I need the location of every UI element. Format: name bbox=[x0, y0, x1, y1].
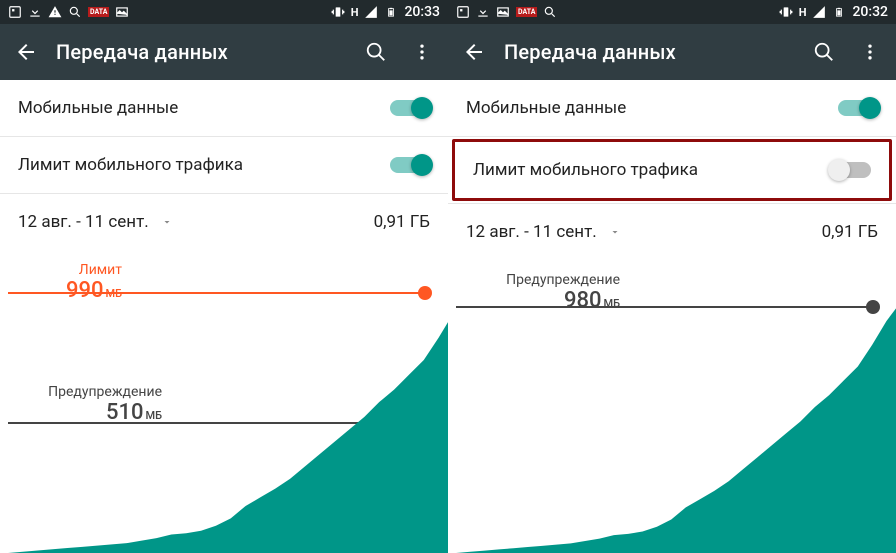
download-icon bbox=[28, 5, 42, 19]
download-icon bbox=[476, 5, 490, 19]
vibrate-icon bbox=[331, 5, 345, 19]
screenshot-right: DATA H 20:32 Передача данных Мобильные д… bbox=[448, 0, 896, 553]
usage-area-chart bbox=[8, 256, 448, 553]
period-selector[interactable]: 12 авг. - 11 сент. bbox=[18, 212, 173, 232]
data-limit-row[interactable]: Лимит мобильного трафика bbox=[0, 137, 448, 193]
data-limit-row[interactable]: Лимит мобильного трафика bbox=[452, 139, 892, 201]
page-title: Передача данных bbox=[504, 40, 794, 64]
network-type-label: H bbox=[799, 6, 807, 19]
signal-icon bbox=[364, 5, 378, 19]
period-total: 0,91 ГБ bbox=[374, 212, 430, 232]
search-button[interactable] bbox=[808, 36, 840, 68]
period-selector[interactable]: 12 авг. - 11 сент. bbox=[466, 222, 621, 242]
status-bar: DATA H 20:33 bbox=[0, 0, 448, 24]
mobile-data-row[interactable]: Мобильные данные bbox=[448, 80, 896, 136]
search-small-icon bbox=[68, 5, 82, 19]
search-small-icon bbox=[543, 5, 557, 19]
usage-area-chart bbox=[456, 266, 896, 553]
data-badge-icon: DATA bbox=[516, 7, 537, 17]
content: Мобильные данные Лимит мобильного трафик… bbox=[0, 80, 448, 553]
arrow-back-icon bbox=[14, 40, 38, 64]
chevron-down-icon bbox=[609, 226, 621, 238]
data-limit-label: Лимит мобильного трафика bbox=[18, 155, 243, 175]
content: Мобильные данные Лимит мобильного трафик… bbox=[448, 80, 896, 553]
arrow-back-icon bbox=[462, 40, 486, 64]
search-button[interactable] bbox=[360, 36, 392, 68]
app-bar: Передача данных bbox=[448, 24, 896, 80]
more-vert-icon bbox=[860, 42, 880, 62]
network-type-label: H bbox=[351, 6, 359, 19]
screenshot-left: DATA H 20:33 Передача данных Мобильные д… bbox=[0, 0, 448, 553]
image-icon bbox=[115, 5, 129, 19]
chevron-down-icon bbox=[161, 216, 173, 228]
app-bar: Передача данных bbox=[0, 24, 448, 80]
data-badge-icon: DATA bbox=[88, 7, 109, 17]
mobile-data-label: Мобильные данные bbox=[18, 98, 178, 118]
vibrate-icon bbox=[779, 5, 793, 19]
data-limit-toggle[interactable] bbox=[390, 157, 430, 173]
period-range: 12 авг. - 11 сент. bbox=[18, 212, 149, 232]
usage-chart: Предупреждение 980МБ bbox=[448, 266, 896, 553]
overflow-menu-button[interactable] bbox=[406, 36, 438, 68]
status-bar: DATA H 20:32 bbox=[448, 0, 896, 24]
mobile-data-label: Мобильные данные bbox=[466, 98, 626, 118]
usage-chart: Лимит 990МБ Предупреждение 510МБ bbox=[0, 256, 448, 553]
status-time: 20:32 bbox=[852, 4, 888, 20]
notification-icon bbox=[456, 5, 470, 19]
battery-icon bbox=[384, 5, 398, 19]
status-time: 20:33 bbox=[404, 4, 440, 20]
page-title: Передача данных bbox=[56, 40, 346, 64]
notification-icon bbox=[8, 5, 22, 19]
battery-icon bbox=[832, 5, 846, 19]
search-icon bbox=[813, 41, 835, 63]
mobile-data-row[interactable]: Мобильные данные bbox=[0, 80, 448, 136]
data-limit-toggle[interactable] bbox=[831, 162, 871, 178]
period-range: 12 авг. - 11 сент. bbox=[466, 222, 597, 242]
back-button[interactable] bbox=[458, 36, 490, 68]
period-total: 0,91 ГБ bbox=[822, 222, 878, 242]
back-button[interactable] bbox=[10, 36, 42, 68]
period-row: 12 авг. - 11 сент. 0,91 ГБ bbox=[0, 194, 448, 236]
data-limit-label: Лимит мобильного трафика bbox=[473, 160, 698, 180]
warning-icon bbox=[48, 5, 62, 19]
divider bbox=[448, 136, 896, 137]
more-vert-icon bbox=[412, 42, 432, 62]
mobile-data-toggle[interactable] bbox=[838, 100, 878, 116]
overflow-menu-button[interactable] bbox=[854, 36, 886, 68]
period-row: 12 авг. - 11 сент. 0,91 ГБ bbox=[448, 204, 896, 246]
signal-icon bbox=[812, 5, 826, 19]
search-icon bbox=[365, 41, 387, 63]
image-icon bbox=[496, 5, 510, 19]
mobile-data-toggle[interactable] bbox=[390, 100, 430, 116]
